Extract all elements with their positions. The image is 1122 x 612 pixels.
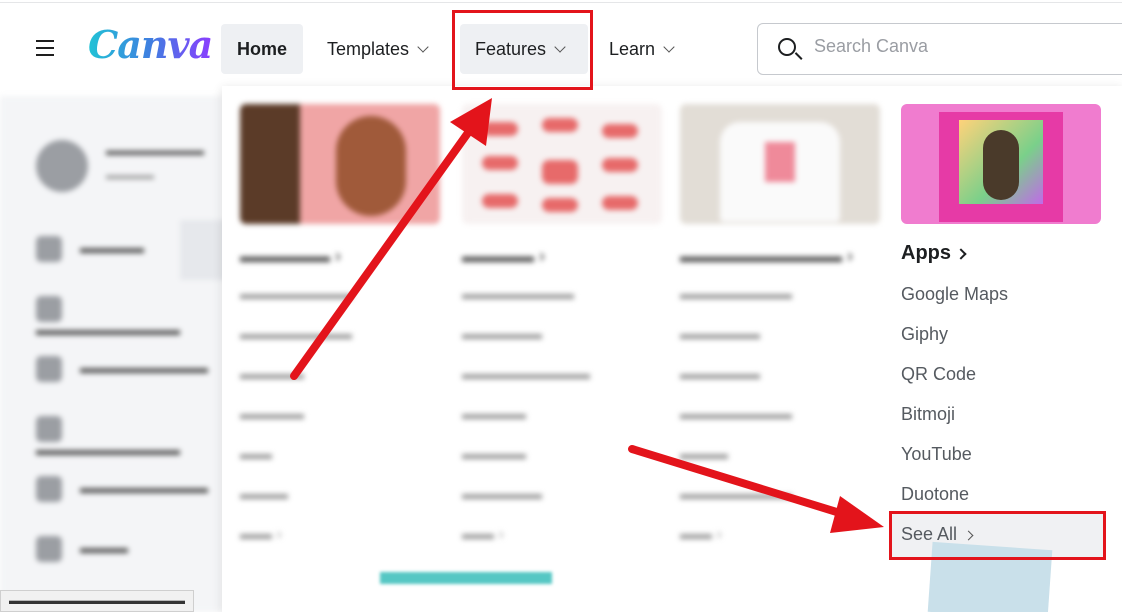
app-link-youtube[interactable]: YouTube [901, 444, 972, 465]
icons-thumbnail [462, 104, 662, 224]
column-link-blurred: ▬▬▬▬▬ [462, 486, 542, 503]
column-link-blurred: ▬▬ › [680, 526, 722, 543]
hamburger-menu-icon[interactable] [36, 40, 56, 58]
column-link-blurred: ▬▬▬▬ [462, 446, 526, 463]
background-thumbnail-blurred [380, 572, 552, 584]
app-link-qr-code[interactable]: QR Code [901, 364, 976, 385]
nav-learn-label: Learn [609, 39, 656, 59]
chevron-right-icon [955, 248, 967, 260]
column-title-blurred: ▬▬▬▬▬ › [240, 246, 341, 266]
sidebar-item-blurred: ▬▬▬▬▬▬▬▬▬ [36, 296, 222, 340]
column-link-blurred: ▬▬▬▬▬ [462, 326, 542, 343]
app-link-giphy[interactable]: Giphy [901, 324, 948, 345]
annotation-box-features [452, 10, 593, 90]
account-name-blurred: ▬▬▬▬▬▬▬ [106, 142, 204, 158]
column-link-blurred: ▬▬▬▬▬▬▬ [240, 286, 352, 303]
column-title-blurred: ▬▬▬▬▬▬▬▬▬ › [680, 246, 853, 266]
nav-templates-label: Templates [327, 39, 410, 59]
column-link-blurred: ▬▬▬▬ [240, 366, 304, 383]
app-link-duotone[interactable]: Duotone [901, 484, 969, 505]
search-box[interactable] [757, 23, 1122, 75]
column-link-blurred: ▬▬▬▬▬ [680, 366, 760, 383]
sidebar-item-blurred: ▬▬▬▬▬▬▬▬ [36, 476, 208, 502]
nav-learn[interactable]: Learn [594, 24, 688, 74]
column-link-blurred: ▬▬▬▬▬▬▬ [680, 406, 792, 423]
avatar [36, 140, 88, 192]
print-products-thumbnail [680, 104, 880, 224]
chevron-down-icon [663, 41, 675, 53]
photos-thumbnail [240, 104, 440, 224]
canva-logo[interactable]: Canva [88, 22, 213, 67]
sidebar-item-blurred: ▬▬▬▬▬▬▬▬▬ [36, 416, 222, 460]
sidebar-item-blurred: ▬▬▬▬▬▬▬▬ [36, 356, 208, 382]
column-link-blurred: ▬▬▬▬▬▬▬ [680, 486, 792, 503]
column-link-blurred: ▬▬▬▬▬▬▬ [240, 326, 352, 343]
apps-thumbnail[interactable] [901, 104, 1101, 224]
annotation-box-see-all [889, 511, 1106, 560]
column-link-blurred: ▬▬ [240, 446, 272, 463]
column-link-blurred: ▬▬▬ [240, 486, 288, 503]
column-link-blurred: ▬▬▬▬▬ [680, 326, 760, 343]
apps-heading[interactable]: Apps [901, 242, 967, 265]
sidebar-item-blurred: ▬▬▬ [36, 536, 128, 562]
divider [0, 2, 1122, 3]
nav-home[interactable]: Home [221, 24, 303, 74]
column-link-blurred: ▬▬▬▬ [240, 406, 304, 423]
sidebar-blurred: ▬▬▬▬▬▬▬ ▬▬▬▬ ▬▬▬▬ ▬▬▬▬▬▬▬▬▬ ▬▬▬▬▬▬▬▬ ▬▬▬… [0, 96, 230, 612]
column-link-blurred: ▬▬▬▬ [462, 406, 526, 423]
search-input[interactable] [814, 36, 1114, 57]
column-link-blurred: ▬▬▬▬▬▬▬ [462, 286, 574, 303]
column-link-blurred: ▬▬ › [462, 526, 504, 543]
column-link-blurred: ▬▬▬ [680, 446, 728, 463]
apps-heading-label: Apps [901, 242, 951, 264]
column-link-blurred: ▬▬ › [240, 526, 282, 543]
search-icon [778, 38, 796, 56]
column-link-blurred: ▬▬▬▬▬▬▬▬ [462, 366, 590, 383]
app-link-google-maps[interactable]: Google Maps [901, 284, 1008, 305]
chevron-down-icon [417, 41, 429, 53]
blurred-columns: ▬▬▬▬▬ › ▬▬▬▬ › ▬▬▬▬▬▬▬▬▬ › ▬▬▬▬▬▬▬ ▬▬▬▬▬… [222, 86, 882, 612]
sidebar-item-blurred: ▬▬▬▬ [36, 236, 144, 262]
account-plan-blurred: ▬▬▬▬ [106, 168, 154, 182]
nav-templates[interactable]: Templates [312, 24, 442, 74]
app-link-bitmoji[interactable]: Bitmoji [901, 404, 955, 425]
column-link-blurred: ▬▬▬▬▬▬▬ [680, 286, 792, 303]
column-title-blurred: ▬▬▬▬ › [462, 246, 545, 266]
status-bar-url-blurred: ▬▬▬▬▬▬▬▬▬▬▬▬▬▬▬▬ [0, 590, 194, 612]
